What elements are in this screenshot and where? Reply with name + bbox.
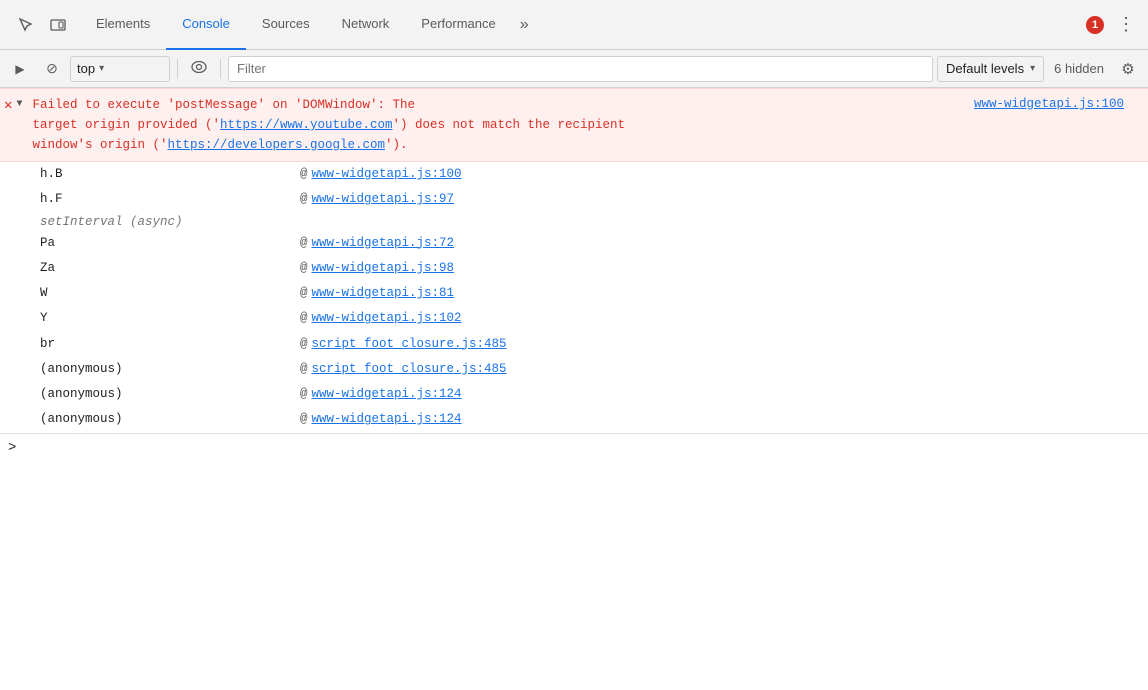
stack-file-link[interactable]: www-widgetapi.js:97 [312,189,455,210]
stack-function-name: W [40,283,300,304]
error-message-line-2: target origin provided ('https://www.you… [32,115,966,135]
stack-function-name: br [40,334,300,355]
error-message-block: ✕ ▼ Failed to execute 'postMessage' on '… [0,88,1148,162]
stack-file-link[interactable]: script_foot_closure.js:485 [312,359,507,380]
clear-console-button[interactable]: ⊘ [38,55,66,83]
stack-function-name: Pa [40,233,300,254]
stack-function-name: (anonymous) [40,384,300,405]
stack-file-link[interactable]: www-widgetapi.js:100 [312,164,462,185]
stack-line: W@ www-widgetapi.js:81 [0,281,1148,306]
stack-at-symbol: @ [300,258,308,279]
console-settings-button[interactable]: ⚙ [1114,55,1142,83]
console-toolbar: ▶ ⊘ top ▾ Default levels ▾ 6 hidden ⚙ [0,50,1148,88]
stack-at-symbol: @ [300,164,308,185]
stack-file-link[interactable]: www-widgetapi.js:98 [312,258,455,279]
error-block-body: Failed to execute 'postMessage' on 'DOMW… [32,93,966,157]
error-source-link[interactable]: www-widgetapi.js:100 [974,93,1136,111]
stack-function-name: (anonymous) [40,359,300,380]
stack-file-link[interactable]: www-widgetapi.js:124 [312,409,462,430]
stack-line: (anonymous)@ script_foot_closure.js:485 [0,357,1148,382]
error-block-left: ✕ ▼ [0,93,32,157]
stack-function-name: h.F [40,189,300,210]
error-source-ref: www-widgetapi.js:100 [966,93,1148,157]
gear-icon: ⚙ [1121,60,1134,78]
tab-bar: Elements Console Sources Network Perform… [0,0,1148,50]
stack-file-link[interactable]: www-widgetapi.js:81 [312,283,455,304]
stack-line: h.B@ www-widgetapi.js:100 [0,162,1148,187]
tab-network[interactable]: Network [326,0,406,50]
stack-at-symbol: @ [300,334,308,355]
stack-line: (anonymous)@ www-widgetapi.js:124 [0,382,1148,407]
tab-performance[interactable]: Performance [405,0,511,50]
responsive-design-button[interactable] [44,11,72,39]
stack-at-symbol: @ [300,283,308,304]
stack-function-name: h.B [40,164,300,185]
stack-line: h.F@ www-widgetapi.js:97 [0,187,1148,212]
console-output: ✕ ▼ Failed to execute 'postMessage' on '… [0,88,1148,690]
stack-at-symbol: @ [300,409,308,430]
stack-file-link[interactable]: www-widgetapi.js:102 [312,308,462,329]
stack-line: (anonymous)@ www-widgetapi.js:124 [0,407,1148,432]
eye-icon [191,61,207,76]
stack-at-symbol: @ [300,384,308,405]
devtools-icons [4,11,80,39]
error-message-line-3: window's origin ('https://developers.goo… [32,135,966,155]
error-message-line-1: Failed to execute 'postMessage' on 'DOMW… [32,95,966,115]
youtube-link[interactable]: https://www.youtube.com [220,118,393,132]
stack-at-symbol: @ [300,359,308,380]
stack-line: Pa@ www-widgetapi.js:72 [0,231,1148,256]
expand-error-triangle[interactable]: ▼ [16,99,22,110]
stack-function-name: (anonymous) [40,409,300,430]
stack-line: Y@ www-widgetapi.js:102 [0,306,1148,331]
stack-file-link[interactable]: www-widgetapi.js:124 [312,384,462,405]
tab-elements[interactable]: Elements [80,0,166,50]
stack-function-name: Za [40,258,300,279]
stack-line: Za@ www-widgetapi.js:98 [0,256,1148,281]
console-input-line: > [0,433,1148,462]
tab-console[interactable]: Console [166,0,246,50]
filter-input[interactable] [228,56,933,82]
run-script-button[interactable]: ▶ [6,55,34,83]
devtools-menu-button[interactable]: ⋮ [1112,11,1140,39]
stack-at-symbol: @ [300,233,308,254]
stack-line: setInterval (async) [0,213,1148,231]
console-prompt: > [8,440,16,456]
stack-file-link[interactable]: www-widgetapi.js:72 [312,233,455,254]
eye-button[interactable] [185,55,213,83]
error-count-circle: 1 [1086,16,1104,34]
stack-at-symbol: @ [300,189,308,210]
stack-file-link[interactable]: script_foot_closure.js:485 [312,334,507,355]
context-selector[interactable]: top ▾ [70,56,170,82]
stack-line: br@ script_foot_closure.js:485 [0,332,1148,357]
log-levels-arrow: ▾ [1030,63,1035,74]
log-levels-selector[interactable]: Default levels ▾ [937,56,1044,82]
context-selector-arrow: ▾ [99,63,104,74]
stack-trace: h.B@ www-widgetapi.js:100h.F@ www-widget… [0,162,1148,433]
inspect-element-button[interactable] [12,11,40,39]
stack-function-name: Y [40,308,300,329]
toolbar-divider-2 [220,59,221,79]
tab-sources[interactable]: Sources [246,0,326,50]
error-icon: ✕ [4,99,12,113]
console-input[interactable] [22,441,1140,455]
toolbar-divider-1 [177,59,178,79]
error-badge: 1 [1086,16,1104,34]
google-link[interactable]: https://developers.google.com [167,138,385,152]
more-tabs-button[interactable]: » [512,0,537,50]
stack-at-symbol: @ [300,308,308,329]
hidden-count-label: 6 hidden [1048,61,1110,76]
